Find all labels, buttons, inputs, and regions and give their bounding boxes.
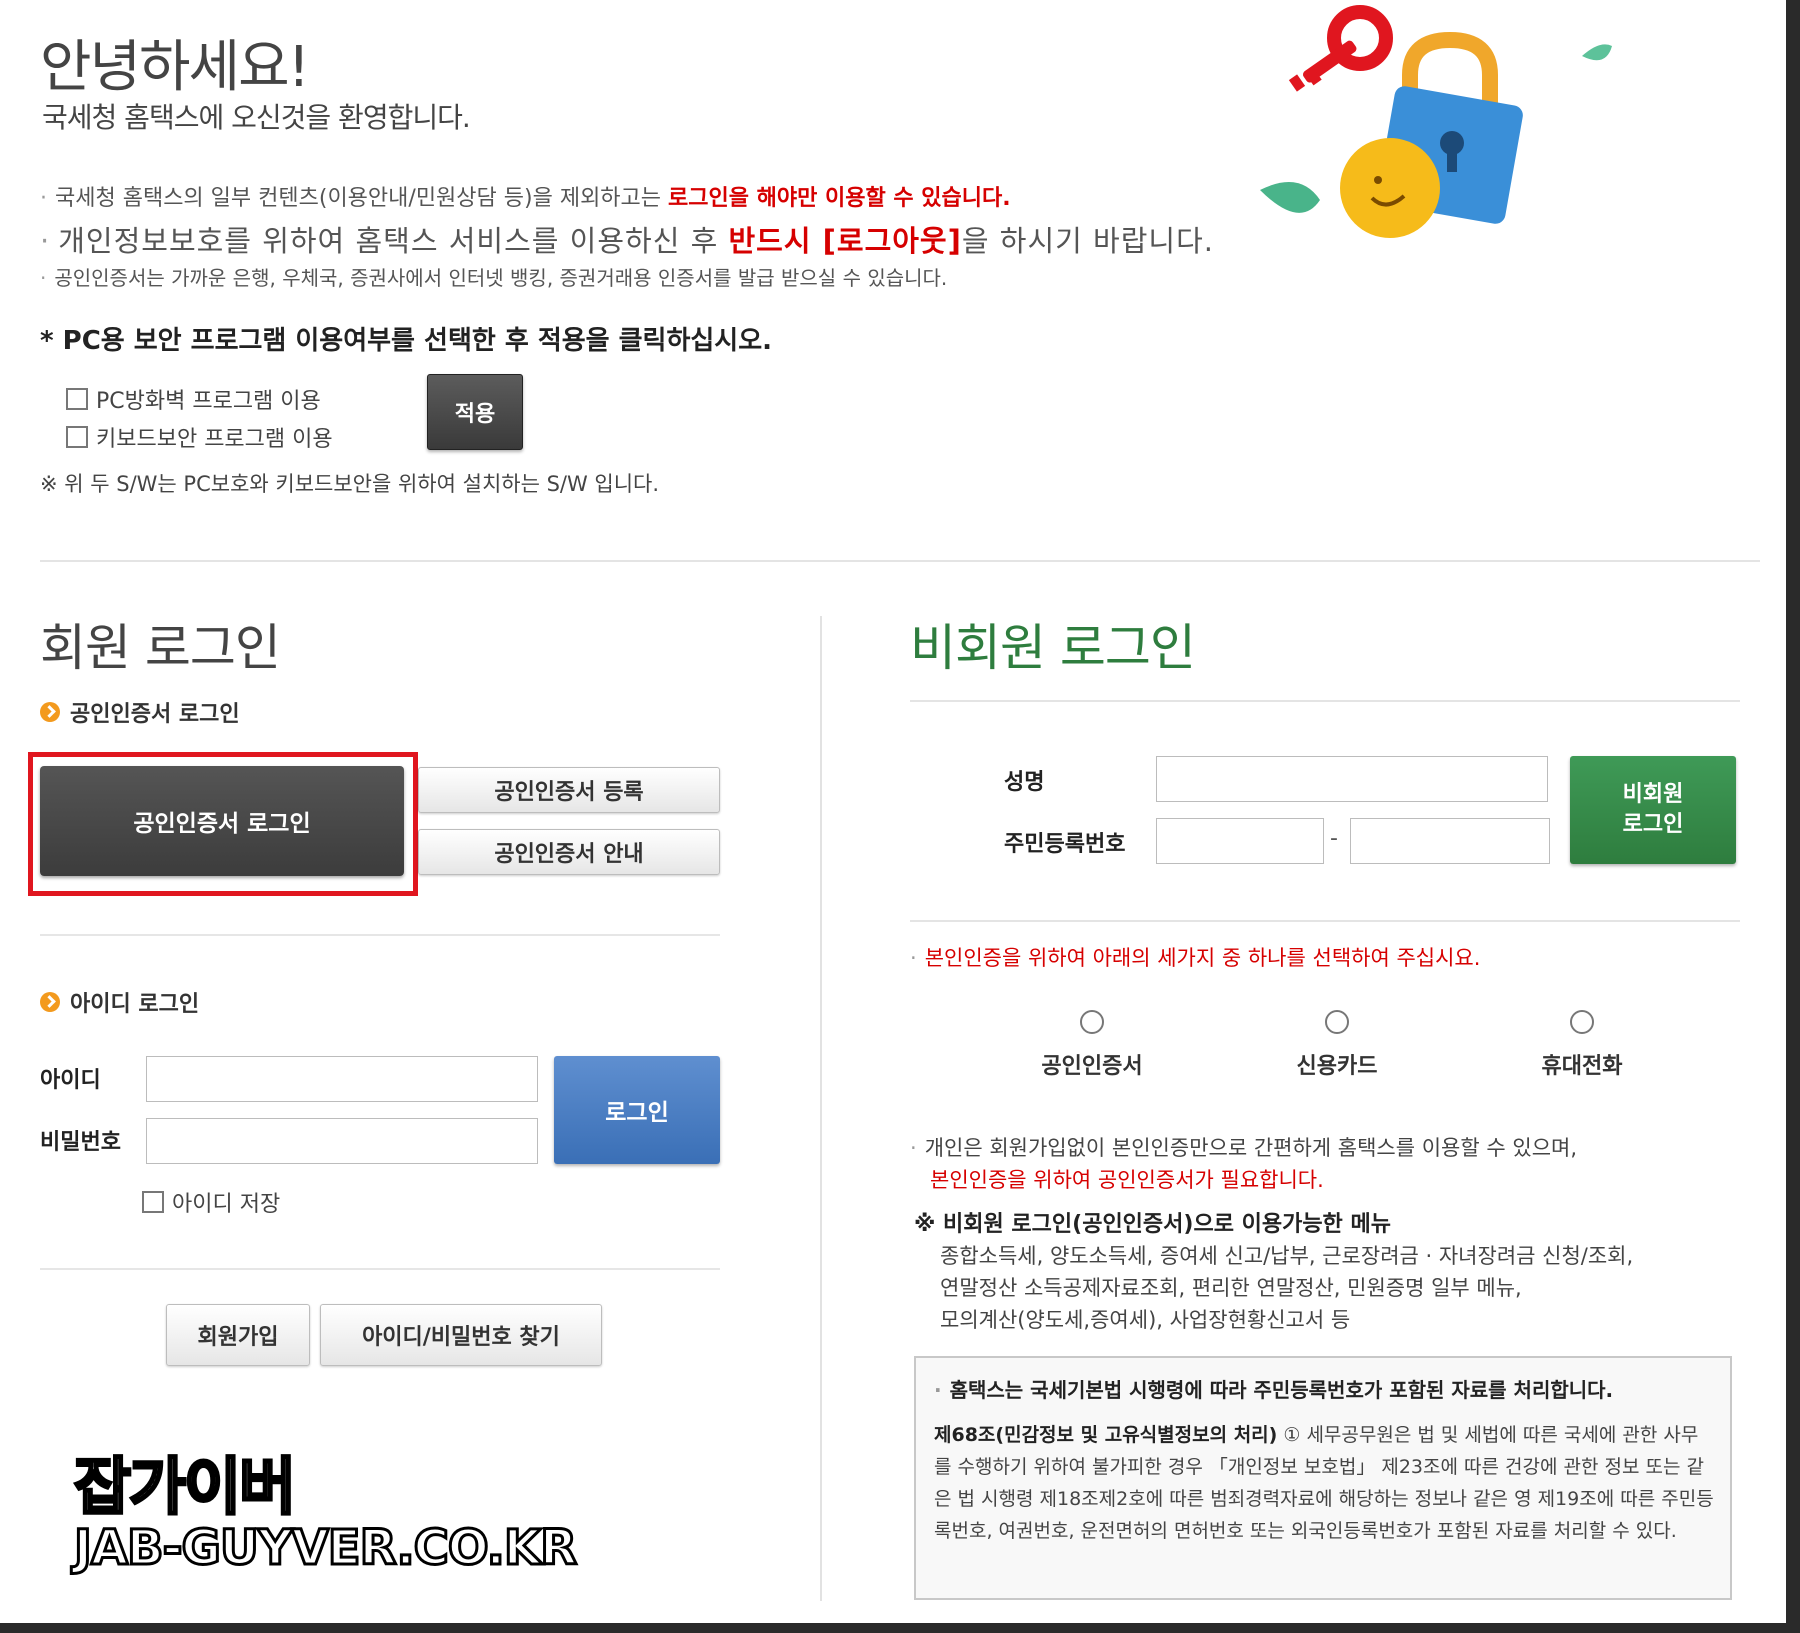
name-input[interactable] <box>1156 756 1548 802</box>
login-button[interactable]: 로그인 <box>554 1056 720 1164</box>
save-id-checkbox[interactable] <box>142 1191 164 1213</box>
notice-text: 개인정보보호를 위하여 홈택스 서비스를 이용하신 후 <box>58 224 729 258</box>
watermark-title: 잡가이버 <box>72 1449 297 1525</box>
id-login-heading-label: 아이디 로그인 <box>70 992 200 1017</box>
radio-mobile-phone[interactable] <box>1570 1010 1594 1034</box>
divider <box>910 700 1740 702</box>
notice-logout: · 개인정보보호를 위하여 홈택스 서비스를 이용하신 후 반드시 [로그아웃]을… <box>40 218 1214 260</box>
radio-certificate[interactable] <box>1080 1010 1104 1034</box>
guest-menu-line: 종합소득세, 양도소득세, 증여세 신고/납부, 근로장려금 · 자녀장려금 신… <box>940 1244 1634 1268</box>
guest-login-title: 비회원 로그인 <box>910 619 1196 677</box>
method-label-credit-card: 신용카드 <box>1296 1054 1378 1079</box>
guest-login-button[interactable]: 비회원 로그인 <box>1570 756 1736 864</box>
id-input[interactable] <box>146 1056 538 1102</box>
rrn-label: 주민등록번호 <box>1004 832 1126 857</box>
method-label-certificate: 공인인증서 <box>1041 1054 1143 1079</box>
rrn-back-input[interactable] <box>1350 818 1550 864</box>
keyboard-security-option[interactable]: 키보드보안 프로그램 이용 <box>66 421 333 453</box>
id-label: 아이디 <box>40 1068 101 1093</box>
guest-info-text: 개인은 회원가입없이 본인인증만으로 간편하게 홈택스를 이용할 수 있으며, <box>924 1136 1578 1160</box>
divider <box>40 560 1760 562</box>
greeting-subtitle: 국세청 홈택스에 오신것을 환영합니다. <box>42 101 471 134</box>
hometax-login-page: 안녕하세요! 국세청 홈택스에 오신것을 환영합니다. · 국세청 홈택스의 일부… <box>0 0 1800 1633</box>
bullet: · <box>40 266 47 290</box>
key-icon <box>1288 5 1393 92</box>
notice-emphasis: 반드시 [로그아웃] <box>728 224 962 258</box>
watermark-url: JAB-GUYVER.CO.KR <box>72 1519 578 1578</box>
vertical-divider <box>820 616 822 1601</box>
guest-menu-line: 연말정산 소득공제자료조회, 편리한 연말정산, 민원증명 일부 메뉴, <box>940 1276 1522 1300</box>
cert-register-button[interactable]: 공인인증서 등록 <box>418 767 720 813</box>
highlight-box <box>28 752 418 896</box>
notice-certificate: · 공인인증서는 가까운 은행, 우체국, 증권사에서 인터넷 뱅킹, 증권거래용… <box>40 262 947 291</box>
firewall-label: PC방화벽 프로그램 이용 <box>96 389 321 414</box>
check-circle-icon <box>40 992 60 1012</box>
check-circle-icon <box>40 702 60 722</box>
verify-note-text: 본인인증을 위하여 아래의 세가지 중 하나를 선택하여 주십시요. <box>924 946 1481 970</box>
method-label-mobile-phone: 휴대전화 <box>1541 1054 1623 1079</box>
guest-info: · 개인은 회원가입없이 본인인증만으로 간편하게 홈택스를 이용할 수 있으며, <box>910 1132 1577 1162</box>
password-label: 비밀번호 <box>40 1130 121 1155</box>
smiley-icon <box>1340 138 1440 238</box>
cert-info-button[interactable]: 공인인증서 안내 <box>418 829 720 875</box>
keyboard-security-label: 키보드보안 프로그램 이용 <box>96 427 333 452</box>
apply-button[interactable]: 적용 <box>427 374 523 450</box>
guest-login-line1: 비회원 <box>1622 782 1684 807</box>
bullet: · <box>40 186 47 211</box>
security-illustration <box>1260 5 1612 238</box>
cert-login-heading: 공인인증서 로그인 <box>40 696 240 728</box>
cert-login-heading-label: 공인인증서 로그인 <box>70 702 240 727</box>
firewall-option[interactable]: PC방화벽 프로그램 이용 <box>66 383 321 415</box>
notice-login-required: · 국세청 홈택스의 일부 컨텐츠(이용안내/민원상담 등)을 제외하고는 로그인… <box>40 180 1011 212</box>
security-heading: * PC용 보안 프로그램 이용여부를 선택한 후 적용을 클릭하십시오. <box>40 326 773 356</box>
bullet: · <box>910 1136 917 1160</box>
firewall-checkbox[interactable] <box>66 388 88 410</box>
greeting-title: 안녕하세요! <box>40 35 310 100</box>
notice-emphasis: 로그인을 해야만 이용할 수 있습니다. <box>668 186 1011 211</box>
find-account-button[interactable]: 아이디/비밀번호 찾기 <box>320 1304 602 1366</box>
join-button[interactable]: 회원가입 <box>166 1304 310 1366</box>
save-id-option[interactable]: 아이디 저장 <box>142 1186 280 1218</box>
guest-menu-heading: ※ 비회원 로그인(공인인증서)으로 이용가능한 메뉴 <box>914 1212 1391 1237</box>
notice-tail: 을 하시기 바랍니다. <box>961 224 1214 258</box>
name-label: 성명 <box>1004 770 1045 795</box>
save-id-label: 아이디 저장 <box>172 1192 281 1217</box>
notice-text: 국세청 홈택스의 일부 컨텐츠(이용안내/민원상담 등)을 제외하고는 <box>55 186 669 211</box>
divider <box>40 1268 720 1270</box>
rrn-separator: - <box>1330 826 1338 851</box>
password-input[interactable] <box>146 1118 538 1164</box>
law-heading-text: 홈택스는 국세기본법 시행령에 따라 주민등록번호가 포함된 자료를 처리합니다… <box>949 1378 1614 1402</box>
law-heading: · 홈택스는 국세기본법 시행령에 따라 주민등록번호가 포함된 자료를 처리합니… <box>934 1374 1714 1403</box>
notice-text: 공인인증서는 가까운 은행, 우체국, 증권사에서 인터넷 뱅킹, 증권거래용 … <box>54 266 948 290</box>
id-login-heading: 아이디 로그인 <box>40 986 199 1018</box>
divider <box>910 920 1740 922</box>
member-login-title: 회원 로그인 <box>40 619 281 677</box>
bullet: · <box>40 224 51 258</box>
security-note: ※ 위 두 S/W는 PC보호와 키보드보안을 위하여 설치하는 S/W 입니다… <box>40 472 660 496</box>
keyboard-security-checkbox[interactable] <box>66 426 88 448</box>
bullet: · <box>934 1378 942 1402</box>
law-article-title: 제68조(민감정보 및 고유식별정보의 처리) <box>934 1424 1278 1446</box>
guest-menu-list: 종합소득세, 양도소득세, 증여세 신고/납부, 근로장려금 · 자녀장려금 신… <box>940 1240 1633 1336</box>
verify-note: · 본인인증을 위하여 아래의 세가지 중 하나를 선택하여 주십시요. <box>910 942 1480 972</box>
guest-info-required: 본인인증을 위하여 공인인증서가 필요합니다. <box>930 1168 1324 1192</box>
radio-credit-card[interactable] <box>1325 1010 1349 1034</box>
privacy-law-box: · 홈택스는 국세기본법 시행령에 따라 주민등록번호가 포함된 자료를 처리합니… <box>914 1356 1732 1600</box>
bullet: · <box>910 946 917 970</box>
law-body: 제68조(민감정보 및 고유식별정보의 처리) ① 세무공무원은 법 및 세법에… <box>934 1419 1714 1547</box>
divider <box>40 934 720 936</box>
guest-login-line2: 로그인 <box>1622 812 1684 837</box>
rrn-front-input[interactable] <box>1156 818 1324 864</box>
guest-menu-line: 모의계산(양도세,증여세), 사업장현황신고서 등 <box>940 1308 1351 1332</box>
